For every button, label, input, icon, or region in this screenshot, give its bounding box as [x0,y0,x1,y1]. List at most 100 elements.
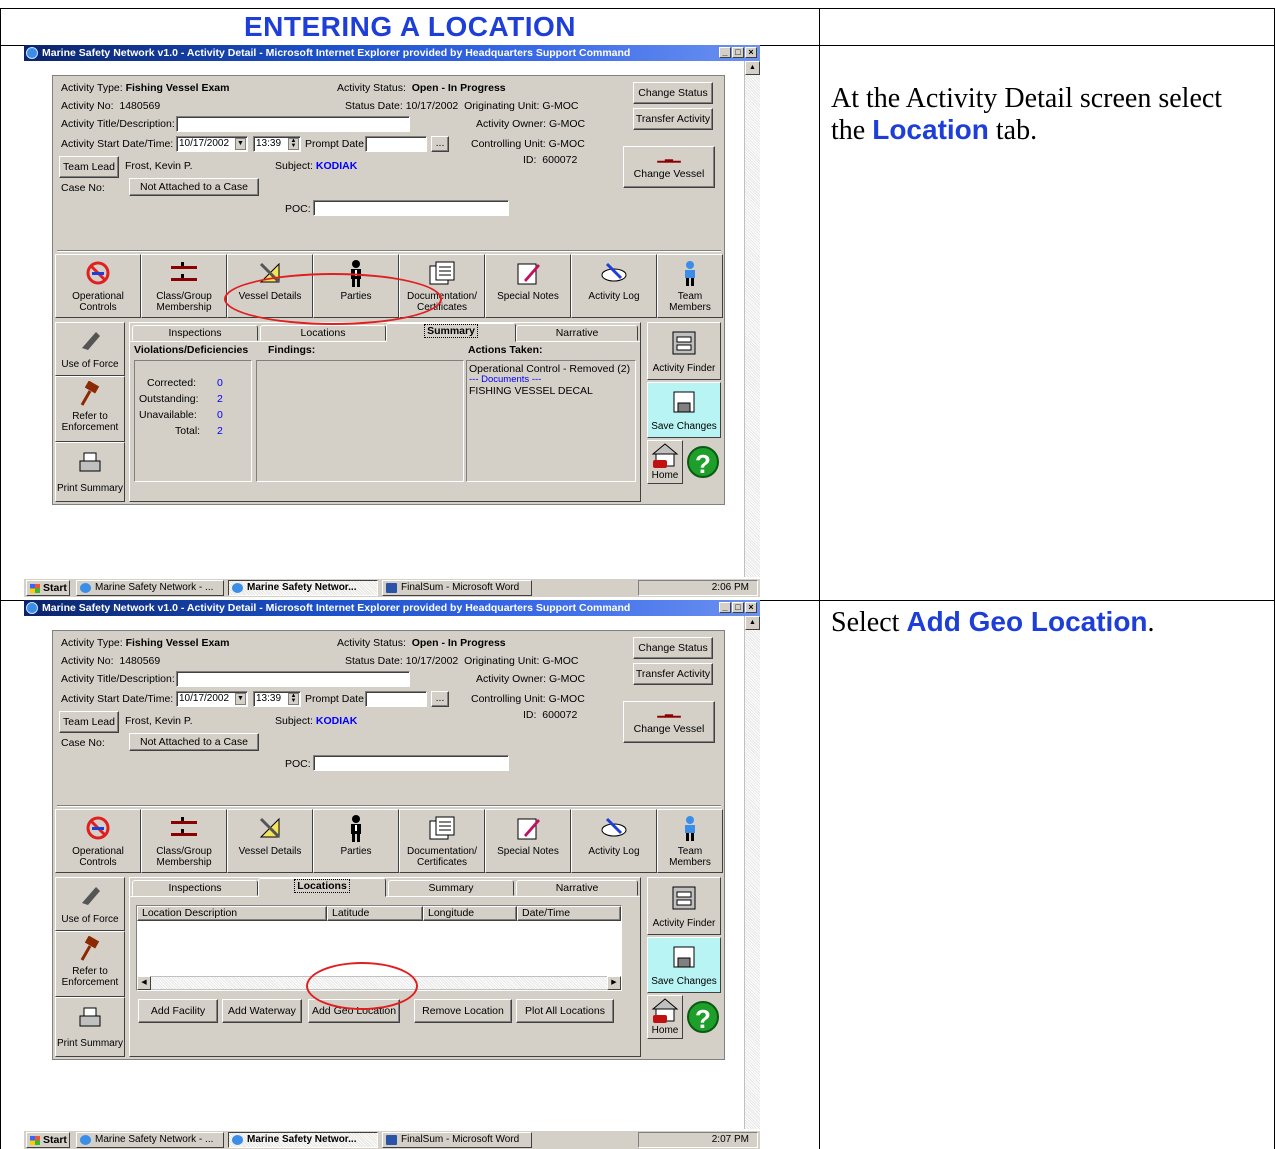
tab-summary[interactable]: Summary [386,323,516,342]
class-group-button[interactable]: Class/Group Membership [141,254,227,318]
class-group-button[interactable]: Class/Group Membership [141,809,227,873]
activity-log-button[interactable]: Activity Log [571,254,657,318]
activity-finder-button[interactable]: Activity Finder [647,877,721,935]
title-input[interactable] [176,671,410,687]
minimize-button[interactable]: _ [719,47,731,58]
use-of-force-button[interactable]: Use of Force [55,877,125,931]
spinner-icon[interactable]: ▲ ▼ [288,693,299,705]
team-lead-button[interactable]: Team Lead [59,156,119,178]
start-date-select[interactable]: 10/17/2002 ▼ [176,691,248,707]
taskbar-item[interactable]: Marine Safety Network - ... [76,580,224,596]
prompt-date-input[interactable] [365,136,427,152]
help-icon[interactable]: ? [687,446,719,479]
close-button[interactable]: × [745,47,757,58]
activity-no-label: Activity No: [61,655,114,667]
change-status-button[interactable]: Change Status [633,637,713,659]
scroll-up-icon[interactable]: ▲ [745,61,760,75]
special-notes-button[interactable]: Special Notes [485,254,571,318]
prompt-date-input[interactable] [365,691,427,707]
plot-all-locations-button[interactable]: Plot All Locations [516,999,614,1023]
icon-label: Vessel Details [238,846,302,857]
start-time-spinner[interactable]: 13:39 ▲ ▼ [253,691,301,707]
vertical-scrollbar[interactable]: ▲ [744,61,760,577]
tab-narrative[interactable]: Narrative [516,880,638,896]
column-longitude[interactable]: Longitude [423,906,517,921]
start-button[interactable]: Start [26,580,70,596]
taskbar-item-active[interactable]: Marine Safety Networ... [228,1132,378,1148]
start-date-select[interactable]: 10/17/2002 ▼ [176,136,248,152]
maximize-button[interactable]: □ [732,47,744,58]
print-summary-button[interactable]: Print Summary [55,997,125,1057]
scroll-right-icon[interactable]: ▶ [607,976,621,990]
case-button[interactable]: Not Attached to a Case [129,733,259,751]
print-summary-button[interactable]: Print Summary [55,442,125,502]
taskbar-item[interactable]: FinalSum - Microsoft Word [382,1132,532,1148]
column-latitude[interactable]: Latitude [327,906,423,921]
title-input[interactable] [176,116,410,132]
change-vessel-button[interactable]: ▁▂▁ Change Vessel [623,146,715,188]
vertical-scrollbar[interactable]: ▲ [744,616,760,1129]
taskbar-item[interactable]: Marine Safety Network - ... [76,1132,224,1148]
help-icon[interactable]: ? [687,1001,719,1034]
transfer-activity-button[interactable]: Transfer Activity [633,663,713,685]
title-label: Activity Title/Description: [61,118,175,130]
operational-controls-button[interactable]: Operational Controls [55,254,141,318]
scroll-up-icon[interactable]: ▲ [745,616,760,630]
scroll-left-icon[interactable]: ◀ [137,976,151,990]
poc-input[interactable] [313,200,509,216]
team-lead-button[interactable]: Team Lead [59,711,119,733]
team-members-button[interactable]: Team Members [657,254,723,318]
tab-panel: Inspections Locations Summary Narrative … [129,322,641,502]
use-of-force-button[interactable]: Use of Force [55,322,125,376]
taskbar-item-active[interactable]: Marine Safety Networ... [228,580,378,596]
save-changes-button[interactable]: Save Changes [647,937,721,993]
refer-enforcement-button[interactable]: Refer to Enforcement [55,376,125,442]
activity-finder-button[interactable]: Activity Finder [647,322,721,380]
add-waterway-button[interactable]: Add Waterway [222,999,302,1023]
special-notes-button[interactable]: Special Notes [485,809,571,873]
case-button[interactable]: Not Attached to a Case [129,178,259,196]
home-button[interactable]: Home [647,440,683,484]
maximize-button[interactable]: □ [732,602,744,613]
column-date-time[interactable]: Date/Time [517,906,621,921]
refer-enforcement-button[interactable]: Refer to Enforcement [55,931,125,997]
spinner-icon[interactable]: ▲ ▼ [288,138,299,150]
column-location-description[interactable]: Location Description [137,906,327,921]
icon-label: Special Notes [497,291,559,302]
dropdown-arrow-icon[interactable]: ▼ [235,138,246,150]
minimize-button[interactable]: _ [719,602,731,613]
start-button[interactable]: Start [26,1132,70,1148]
save-changes-button[interactable]: Save Changes [647,382,721,438]
tab-locations[interactable]: Locations [258,878,386,897]
prompt-date-button[interactable]: ... [431,691,449,707]
home-button[interactable]: Home [647,995,683,1039]
tab-label: Narrative [555,882,599,894]
gun-icon [82,332,100,350]
tab-inspections[interactable]: Inspections [132,325,258,341]
home-label: Home [651,470,679,481]
prompt-date-button[interactable]: ... [431,136,449,152]
window-titlebar: Marine Safety Network v1.0 - Activity De… [24,600,760,616]
taskbar-item[interactable]: FinalSum - Microsoft Word [382,580,532,596]
tab-narrative[interactable]: Narrative [516,325,638,341]
close-button[interactable]: × [745,602,757,613]
vessel-details-button[interactable]: Vessel Details [227,809,313,873]
activity-log-button[interactable]: Activity Log [571,809,657,873]
remove-location-button[interactable]: Remove Location [414,999,512,1023]
parties-button[interactable]: Parties [313,809,399,873]
change-status-button[interactable]: Change Status [633,82,713,104]
operational-controls-button[interactable]: Operational Controls [55,809,141,873]
transfer-activity-button[interactable]: Transfer Activity [633,108,713,130]
start-label: Activity Start Date/Time: [61,693,174,705]
tab-summary[interactable]: Summary [388,880,514,896]
poc-input[interactable] [313,755,509,771]
tab-locations[interactable]: Locations [260,325,386,341]
id-label: ID: [523,154,537,166]
tab-inspections[interactable]: Inspections [132,880,258,896]
dropdown-arrow-icon[interactable]: ▼ [235,693,246,705]
add-facility-button[interactable]: Add Facility [138,999,218,1023]
documentation-button[interactable]: Documentation/Certificates [399,809,485,873]
start-time-spinner[interactable]: 13:39 ▲ ▼ [253,136,301,152]
change-vessel-button[interactable]: ▁▂▁ Change Vessel [623,701,715,743]
team-members-button[interactable]: Team Members [657,809,723,873]
